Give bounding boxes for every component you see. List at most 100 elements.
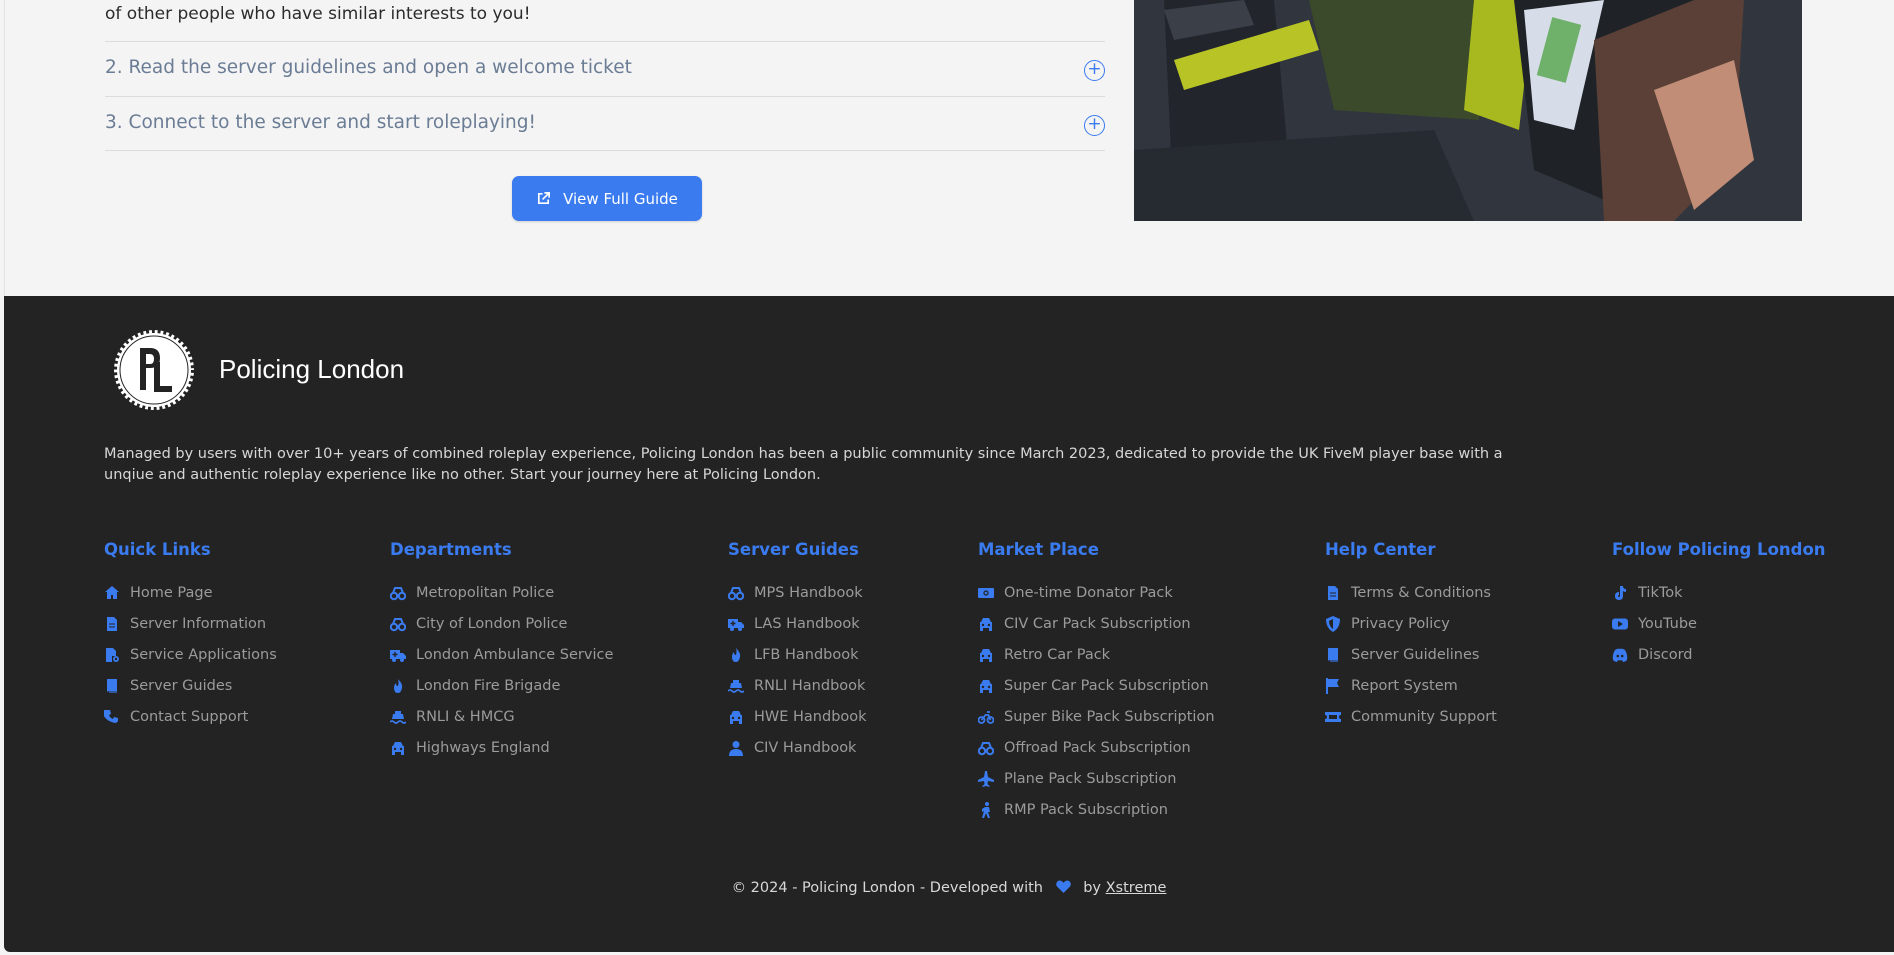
- footer-col-follow: Follow Policing London TikTok YouTube Di…: [1612, 540, 1826, 670]
- footer-link-label[interactable]: RNLI Handbook: [754, 678, 865, 694]
- footer-link-home-page[interactable]: Home Page: [104, 577, 277, 608]
- footer-link-label[interactable]: YouTube: [1638, 616, 1697, 632]
- footer-link-rnli-handbook[interactable]: RNLI Handbook: [728, 670, 867, 701]
- developer-link[interactable]: Xstreme: [1106, 880, 1167, 896]
- footer-link-server-guidelines[interactable]: Server Guidelines: [1325, 639, 1497, 670]
- footer-link-report-system[interactable]: Report System: [1325, 670, 1497, 701]
- copyright: © 2024 - Policing London - Developed wit…: [4, 880, 1894, 896]
- footer-link-label[interactable]: Terms & Conditions: [1351, 585, 1491, 601]
- footer-link-server-information[interactable]: Server Information: [104, 608, 277, 639]
- footer-link-label[interactable]: Community Support: [1351, 709, 1497, 725]
- file-icon: [104, 616, 120, 632]
- footer-link-london-ambulance-service[interactable]: London Ambulance Service: [390, 639, 613, 670]
- footer-link-terms-conditions[interactable]: Terms & Conditions: [1325, 577, 1497, 608]
- shield-icon: [1325, 615, 1341, 632]
- file-icon: [1325, 585, 1341, 601]
- footer-link-label[interactable]: City of London Police: [416, 616, 567, 632]
- footer-link-plane-pack[interactable]: Plane Pack Subscription: [978, 763, 1215, 794]
- footer-link-london-fire-brigade[interactable]: London Fire Brigade: [390, 670, 613, 701]
- footer-col-title: Server Guides: [728, 540, 859, 559]
- footer-link-label[interactable]: CIV Car Pack Subscription: [1004, 616, 1191, 632]
- footer-link-label[interactable]: Plane Pack Subscription: [1004, 771, 1176, 787]
- view-full-guide-button[interactable]: View Full Guide: [512, 176, 702, 221]
- footer-link-label[interactable]: Metropolitan Police: [416, 585, 554, 601]
- footer-link-metropolitan-police[interactable]: Metropolitan Police: [390, 577, 613, 608]
- footer-link-label[interactable]: Privacy Policy: [1351, 616, 1450, 632]
- footer-link-label[interactable]: HWE Handbook: [754, 709, 867, 725]
- footer-link-label[interactable]: LFB Handbook: [754, 647, 859, 663]
- brand-name: Policing London: [219, 354, 405, 384]
- footer-link-hwe-handbook[interactable]: HWE Handbook: [728, 701, 867, 732]
- footer-link-civ-car-pack[interactable]: CIV Car Pack Subscription: [978, 608, 1215, 639]
- footer-link-label[interactable]: Report System: [1351, 678, 1458, 694]
- plane-icon: [978, 770, 994, 787]
- footer-link-civ-handbook[interactable]: CIV Handbook: [728, 732, 867, 763]
- footer-link-discord[interactable]: Discord: [1612, 639, 1826, 670]
- footer-link-privacy-policy[interactable]: Privacy Policy: [1325, 608, 1497, 639]
- footer-link-label[interactable]: Super Bike Pack Subscription: [1004, 709, 1215, 725]
- binoculars-icon: [978, 740, 994, 756]
- motorcycle-icon: [978, 709, 994, 725]
- view-full-guide-label: View Full Guide: [563, 189, 678, 208]
- footer-link-rnli-hmcg[interactable]: RNLI & HMCG: [390, 701, 613, 732]
- officer-photo: [1134, 0, 1802, 221]
- footer-link-super-bike-pack[interactable]: Super Bike Pack Subscription: [978, 701, 1215, 732]
- footer-link-las-handbook[interactable]: LAS Handbook: [728, 608, 867, 639]
- footer-link-label[interactable]: RNLI & HMCG: [416, 709, 515, 725]
- footer-link-label[interactable]: Server Guides: [130, 678, 232, 694]
- footer-link-highways-england[interactable]: Highways England: [390, 732, 613, 763]
- footer-link-community-support[interactable]: Community Support: [1325, 701, 1497, 732]
- footer-link-label[interactable]: RMP Pack Subscription: [1004, 802, 1168, 818]
- fire-icon: [728, 647, 744, 663]
- footer-link-label[interactable]: Discord: [1638, 647, 1693, 663]
- footer-link-lfb-handbook[interactable]: LFB Handbook: [728, 639, 867, 670]
- footer-col-title: Help Center: [1325, 540, 1436, 559]
- footer-link-city-of-london-police[interactable]: City of London Police: [390, 608, 613, 639]
- footer-link-rmp-pack[interactable]: RMP Pack Subscription: [978, 794, 1215, 825]
- plus-circle-icon[interactable]: +: [1084, 115, 1105, 136]
- footer-link-label[interactable]: LAS Handbook: [754, 616, 860, 632]
- ship-icon: [728, 678, 744, 694]
- footer-link-contact-support[interactable]: Contact Support: [104, 701, 277, 732]
- footer-link-retro-car-pack[interactable]: Retro Car Pack: [978, 639, 1215, 670]
- footer-link-label[interactable]: Retro Car Pack: [1004, 647, 1110, 663]
- footer-link-super-car-pack[interactable]: Super Car Pack Subscription: [978, 670, 1215, 701]
- footer-link-label[interactable]: Super Car Pack Subscription: [1004, 678, 1209, 694]
- footer-link-label[interactable]: Service Applications: [130, 647, 277, 663]
- footer-link-label[interactable]: Server Guidelines: [1351, 647, 1479, 663]
- footer-link-label[interactable]: MPS Handbook: [754, 585, 863, 601]
- footer-link-label[interactable]: One-time Donator Pack: [1004, 585, 1173, 601]
- footer-link-tiktok[interactable]: TikTok: [1612, 577, 1826, 608]
- footer-link-one-time-donator-pack[interactable]: One-time Donator Pack: [978, 577, 1215, 608]
- footer-link-label[interactable]: Server Information: [130, 616, 266, 632]
- heart-icon: [1055, 880, 1071, 896]
- book-icon: [1325, 647, 1341, 663]
- faq-item[interactable]: 2. Read the server guidelines and open a…: [105, 41, 1105, 96]
- footer-link-label[interactable]: London Fire Brigade: [416, 678, 560, 694]
- car-icon: [978, 678, 994, 694]
- footer-link-label[interactable]: Contact Support: [130, 709, 248, 725]
- footer-link-label[interactable]: TikTok: [1638, 585, 1683, 601]
- binoculars-icon: [728, 585, 744, 601]
- plus-circle-icon[interactable]: +: [1084, 60, 1105, 81]
- person-walking-icon: [978, 801, 994, 818]
- footer-link-server-guides[interactable]: Server Guides: [104, 670, 277, 701]
- footer-link-offroad-pack[interactable]: Offroad Pack Subscription: [978, 732, 1215, 763]
- tiktok-icon: [1612, 585, 1628, 601]
- faq-question[interactable]: 2. Read the server guidelines and open a…: [105, 57, 632, 78]
- footer-link-label[interactable]: Home Page: [130, 585, 213, 601]
- flag-icon: [1325, 677, 1341, 694]
- footer-link-label[interactable]: CIV Handbook: [754, 740, 856, 756]
- footer-link-label[interactable]: Highways England: [416, 740, 550, 756]
- binoculars-icon: [390, 585, 406, 601]
- footer-link-mps-handbook[interactable]: MPS Handbook: [728, 577, 867, 608]
- footer-col-quick-links: Quick Links Home Page Server Information…: [104, 540, 277, 732]
- footer-link-label[interactable]: London Ambulance Service: [416, 647, 613, 663]
- footer-link-youtube[interactable]: YouTube: [1612, 608, 1826, 639]
- ship-icon: [390, 709, 406, 725]
- faq-item[interactable]: 3. Connect to the server and start rolep…: [105, 96, 1105, 151]
- car-icon: [978, 647, 994, 663]
- faq-question[interactable]: 3. Connect to the server and start rolep…: [105, 112, 536, 133]
- footer-link-service-applications[interactable]: Service Applications: [104, 639, 277, 670]
- footer-link-label[interactable]: Offroad Pack Subscription: [1004, 740, 1191, 756]
